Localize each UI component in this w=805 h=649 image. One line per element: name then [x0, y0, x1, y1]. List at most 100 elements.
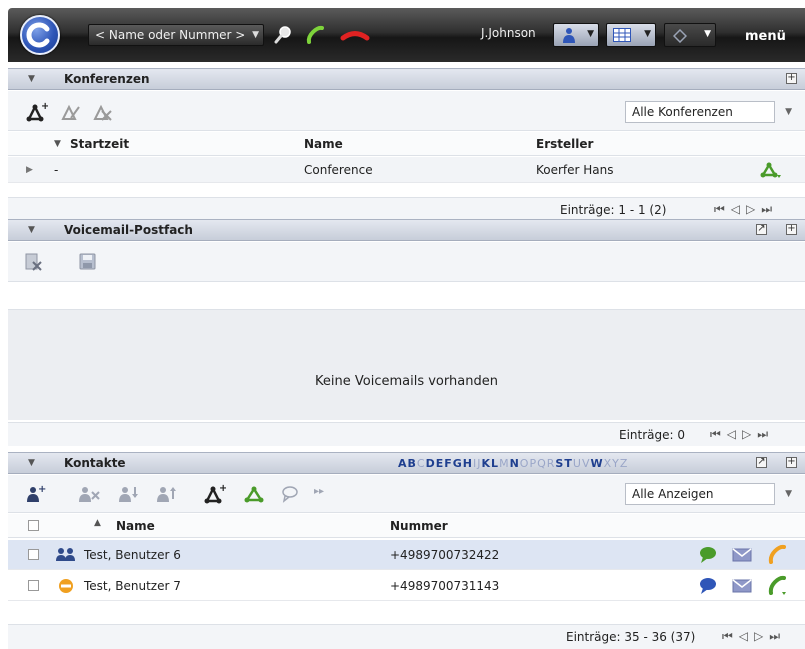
alphabet-letter[interactable]: H: [463, 457, 473, 470]
busy-status-icon: [59, 579, 73, 593]
chevron-down-icon: ▼: [644, 29, 651, 39]
alphabet-letter[interactable]: O: [520, 457, 530, 470]
conference-icon[interactable]: [244, 484, 264, 504]
contacts-filter-select[interactable]: Alle Anzeigen ▼: [625, 483, 792, 505]
conference-filter-select[interactable]: Alle Konferenzen ▼: [625, 101, 792, 123]
alphabet-letter[interactable]: G: [453, 457, 463, 470]
voicemail-title: Voicemail-Postfach: [64, 223, 193, 237]
column-number[interactable]: Nummer: [390, 519, 448, 533]
menu-button[interactable]: menü: [745, 29, 786, 44]
export-contact-icon[interactable]: [156, 484, 176, 504]
chat-icon[interactable]: [698, 577, 718, 595]
alphabet-letter[interactable]: L: [491, 457, 499, 470]
alphabet-letter[interactable]: F: [444, 457, 453, 470]
import-contact-icon[interactable]: [118, 484, 138, 504]
sort-ascending-icon[interactable]: ▲: [94, 518, 101, 528]
expand-row-icon[interactable]: ▶: [26, 165, 33, 175]
collapse-triangle-icon[interactable]: ▼: [28, 225, 35, 235]
mail-icon[interactable]: [732, 579, 752, 593]
pager-nav-icons[interactable]: ⏮◁▷⏭: [710, 427, 774, 442]
call-icon[interactable]: [304, 24, 326, 46]
column-start[interactable]: Startzeit: [70, 137, 129, 151]
group-contact-icon: [56, 548, 75, 561]
view-button[interactable]: ▼: [606, 23, 656, 47]
popout-icon[interactable]: ↗: [756, 224, 767, 235]
alphabet-letter[interactable]: T: [564, 457, 573, 470]
add-conference-icon[interactable]: +: [204, 483, 227, 504]
pager-nav-icons[interactable]: ⏮◁▷⏭: [714, 202, 778, 217]
collapse-triangle-icon[interactable]: ▼: [28, 458, 35, 468]
alphabet-letter[interactable]: B: [408, 457, 417, 470]
contact-name: Test, Benutzer 6: [84, 548, 181, 562]
alphabet-letter[interactable]: E: [436, 457, 445, 470]
collapse-triangle-icon[interactable]: ▼: [28, 74, 35, 84]
alphabet-letter[interactable]: Z: [620, 457, 629, 470]
conferences-header[interactable]: ▼ Konferenzen +: [8, 68, 805, 90]
edit-conference-icon[interactable]: [60, 101, 80, 121]
alphabet-letter[interactable]: C: [417, 457, 426, 470]
row-name: Conference: [304, 163, 373, 177]
chevron-down-icon[interactable]: ▼: [785, 102, 792, 122]
chevron-down-icon: ▼: [704, 29, 711, 39]
expand-icon[interactable]: +: [786, 457, 797, 468]
alphabet-letter[interactable]: A: [398, 457, 408, 470]
alphabet-letter[interactable]: Y: [612, 457, 620, 470]
column-creator[interactable]: Ersteller: [536, 137, 593, 151]
chevron-down-icon[interactable]: ▼: [252, 25, 259, 45]
alphabet-letter[interactable]: U: [573, 457, 582, 470]
voicemail-list-header: [8, 283, 805, 310]
alphabet-letter[interactable]: D: [426, 457, 436, 470]
contacts-pager: Einträge: 35 - 36 (37) ⏮◁▷⏭: [8, 624, 805, 649]
table-row[interactable]: ▶ - Conference Koerfer Hans: [8, 157, 805, 183]
alphabet-letter[interactable]: Q: [537, 457, 547, 470]
select-all-checkbox[interactable]: [28, 520, 39, 531]
alphabet-letter[interactable]: K: [482, 457, 492, 470]
alphabet-letter[interactable]: W: [590, 457, 603, 470]
search-icon[interactable]: [272, 24, 294, 46]
contacts-column-header: ▲ Name Nummer: [8, 514, 805, 538]
search-placeholder: < Name oder Nummer >: [95, 28, 246, 42]
more-icon[interactable]: ▸▸: [314, 486, 334, 506]
chat-icon[interactable]: [698, 546, 718, 564]
save-voicemail-icon[interactable]: [78, 252, 98, 272]
delete-voicemail-icon[interactable]: [24, 252, 44, 272]
table-row[interactable]: Test, Benutzer 7 +4989700731143: [8, 571, 805, 601]
row-checkbox[interactable]: [28, 549, 39, 560]
add-conference-icon[interactable]: +: [26, 101, 49, 122]
voicemail-empty-message: Keine Voicemails vorhanden: [315, 374, 498, 389]
options-button[interactable]: ▼: [664, 23, 716, 47]
contacts-header[interactable]: ▼ Kontakte ABCDEFGHIJKLMNOPQRSTUVWXYZ ↗ …: [8, 452, 805, 474]
voicemail-header[interactable]: ▼ Voicemail-Postfach ↗ +: [8, 219, 805, 241]
conference-status-icon[interactable]: [760, 161, 782, 179]
alphabet-letter[interactable]: X: [604, 457, 613, 470]
add-contact-icon[interactable]: +: [26, 484, 46, 504]
phone-icon[interactable]: [766, 575, 788, 597]
conferences-pager: Einträge: 1 - 1 (2) ⏮◁▷⏭: [8, 197, 805, 221]
remove-conference-icon[interactable]: [92, 101, 112, 121]
contacts-toolbar: + + ▸▸ Alle Anzeigen ▼: [8, 475, 805, 513]
expand-icon[interactable]: +: [786, 73, 797, 84]
mail-icon[interactable]: [732, 548, 752, 562]
alphabet-filter[interactable]: ABCDEFGHIJKLMNOPQRSTUVWXYZ: [398, 457, 628, 470]
row-checkbox[interactable]: [28, 580, 39, 591]
delete-contact-icon[interactable]: [78, 484, 100, 504]
alphabet-letter[interactable]: P: [529, 457, 537, 470]
table-row[interactable]: Test, Benutzer 6 +4989700732422: [8, 540, 805, 570]
sort-icon[interactable]: ▼: [54, 139, 61, 149]
alphabet-letter[interactable]: M: [499, 457, 510, 470]
conference-filter-value: Alle Konferenzen: [632, 105, 733, 119]
search-input[interactable]: < Name oder Nummer > ▼: [88, 24, 264, 46]
presence-button[interactable]: ▼: [553, 23, 599, 47]
alphabet-letter[interactable]: N: [510, 457, 520, 470]
column-contact-name[interactable]: Name: [116, 519, 155, 533]
chat-contact-icon[interactable]: [280, 484, 300, 504]
popout-icon[interactable]: ↗: [756, 457, 767, 468]
column-name[interactable]: Name: [304, 137, 343, 151]
chevron-down-icon[interactable]: ▼: [785, 484, 792, 504]
contact-number: +4989700731143: [390, 579, 500, 593]
conferences-toolbar: + Alle Konferenzen ▼: [8, 91, 805, 131]
hangup-icon[interactable]: [338, 24, 372, 46]
pager-nav-icons[interactable]: ⏮◁▷⏭: [722, 629, 786, 644]
phone-icon[interactable]: [766, 544, 788, 566]
expand-icon[interactable]: +: [786, 224, 797, 235]
